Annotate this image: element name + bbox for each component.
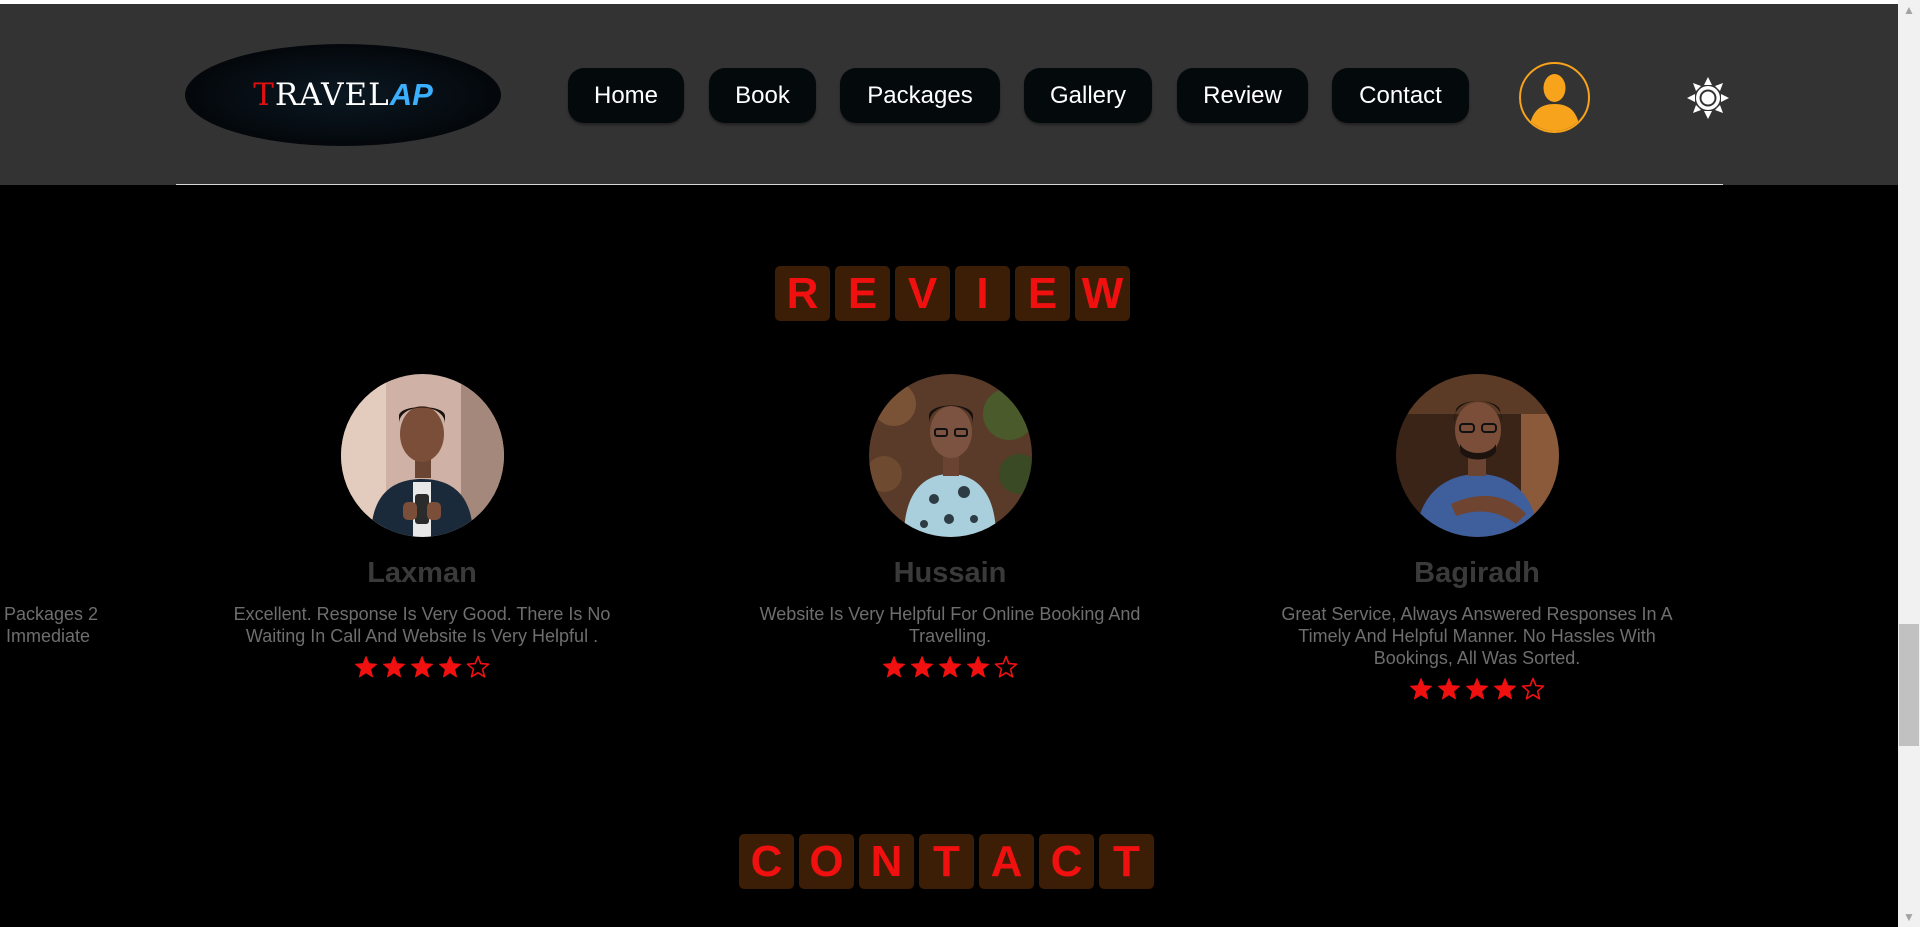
title-letter: O bbox=[799, 834, 854, 889]
reviewer-photo bbox=[1395, 374, 1559, 537]
nav-book-button[interactable]: Book bbox=[709, 68, 816, 123]
star-filled-icon bbox=[939, 656, 961, 678]
star-filled-icon bbox=[883, 656, 905, 678]
star-empty-icon bbox=[1521, 677, 1545, 700]
review-text: Excellent. Response Is Very Good. There … bbox=[233, 604, 611, 646]
title-letter: C bbox=[1039, 834, 1094, 889]
title-letter: E bbox=[1015, 266, 1070, 321]
theme-toggle-button[interactable] bbox=[1687, 77, 1729, 119]
clipped-review-line-text: Immediate bbox=[6, 626, 91, 646]
reviewer-name: Laxman bbox=[367, 557, 477, 589]
clipped-review-line: Packages 2 bbox=[4, 604, 99, 624]
user-avatar-icon bbox=[1529, 74, 1580, 131]
nav-home-button[interactable]: Home bbox=[568, 68, 684, 123]
clipped-review-text: Packages 2 : Immediate bbox=[0, 603, 98, 647]
star-rating bbox=[212, 655, 632, 679]
page-scrollbar[interactable]: ▲ ▼ bbox=[1898, 0, 1920, 927]
clipped-review-line: : Immediate bbox=[0, 625, 98, 647]
nav-review-button[interactable]: Review bbox=[1177, 68, 1308, 123]
review-card: Laxman Excellent. Response Is Very Good.… bbox=[212, 374, 632, 679]
star-filled-icon bbox=[967, 656, 989, 678]
contact-section-title: C O N T A C T bbox=[739, 834, 1154, 889]
star-filled-icon bbox=[1494, 678, 1516, 700]
nav-contact-button[interactable]: Contact bbox=[1332, 68, 1469, 123]
star-filled-icon bbox=[1466, 678, 1488, 700]
logo-rest: RAVEL bbox=[274, 77, 390, 113]
logo-first-letter: T bbox=[253, 77, 275, 113]
title-letter: W bbox=[1075, 266, 1130, 321]
sun-icon bbox=[1687, 77, 1729, 119]
review-text: Great Service, Always Answered Responses… bbox=[1281, 604, 1673, 668]
nav-packages-button[interactable]: Packages bbox=[840, 68, 1000, 123]
title-letter: I bbox=[955, 266, 1010, 321]
logo-suffix: AP bbox=[389, 77, 433, 112]
star-filled-icon bbox=[439, 656, 461, 678]
logo[interactable]: TRAVELAP bbox=[185, 44, 501, 146]
review-section-title: R E V I E W bbox=[775, 266, 1130, 321]
star-filled-icon bbox=[911, 656, 933, 678]
reviewer-photo bbox=[340, 374, 504, 537]
logo-text: TRAVELAP bbox=[253, 77, 433, 113]
star-filled-icon bbox=[1438, 678, 1460, 700]
title-letter: A bbox=[979, 834, 1034, 889]
star-rating bbox=[740, 655, 1160, 679]
star-filled-icon bbox=[355, 656, 377, 678]
scroll-down-arrow-icon[interactable]: ▼ bbox=[1898, 907, 1920, 927]
page: TRAVELAP Home Book Packages Gallery Revi… bbox=[0, 0, 1920, 927]
review-card: Bagiradh Great Service, Always Answered … bbox=[1267, 374, 1687, 701]
nav-gallery-button[interactable]: Gallery bbox=[1024, 68, 1152, 123]
reviewer-photo bbox=[868, 374, 1032, 537]
title-letter: N bbox=[859, 834, 914, 889]
scroll-up-arrow-icon[interactable]: ▲ bbox=[1898, 0, 1920, 20]
title-letter: C bbox=[739, 834, 794, 889]
reviewer-name: Hussain bbox=[893, 557, 1007, 589]
profile-button[interactable] bbox=[1519, 62, 1590, 133]
star-filled-icon bbox=[383, 656, 405, 678]
scrollbar-thumb[interactable] bbox=[1899, 624, 1919, 746]
title-letter: T bbox=[919, 834, 974, 889]
star-filled-icon bbox=[411, 656, 433, 678]
header-divider bbox=[176, 184, 1723, 185]
title-letter: T bbox=[1099, 834, 1154, 889]
star-filled-icon bbox=[1410, 678, 1432, 700]
star-empty-icon bbox=[994, 655, 1018, 678]
reviewer-name: Bagiradh bbox=[1414, 557, 1540, 589]
title-letter: R bbox=[775, 266, 830, 321]
star-rating bbox=[1267, 677, 1687, 701]
review-text: Website Is Very Helpful For Online Booki… bbox=[759, 604, 1141, 646]
star-empty-icon bbox=[466, 655, 490, 678]
review-card: Hussain Website Is Very Helpful For Onli… bbox=[740, 374, 1160, 679]
title-letter: E bbox=[835, 266, 890, 321]
title-letter: V bbox=[895, 266, 950, 321]
